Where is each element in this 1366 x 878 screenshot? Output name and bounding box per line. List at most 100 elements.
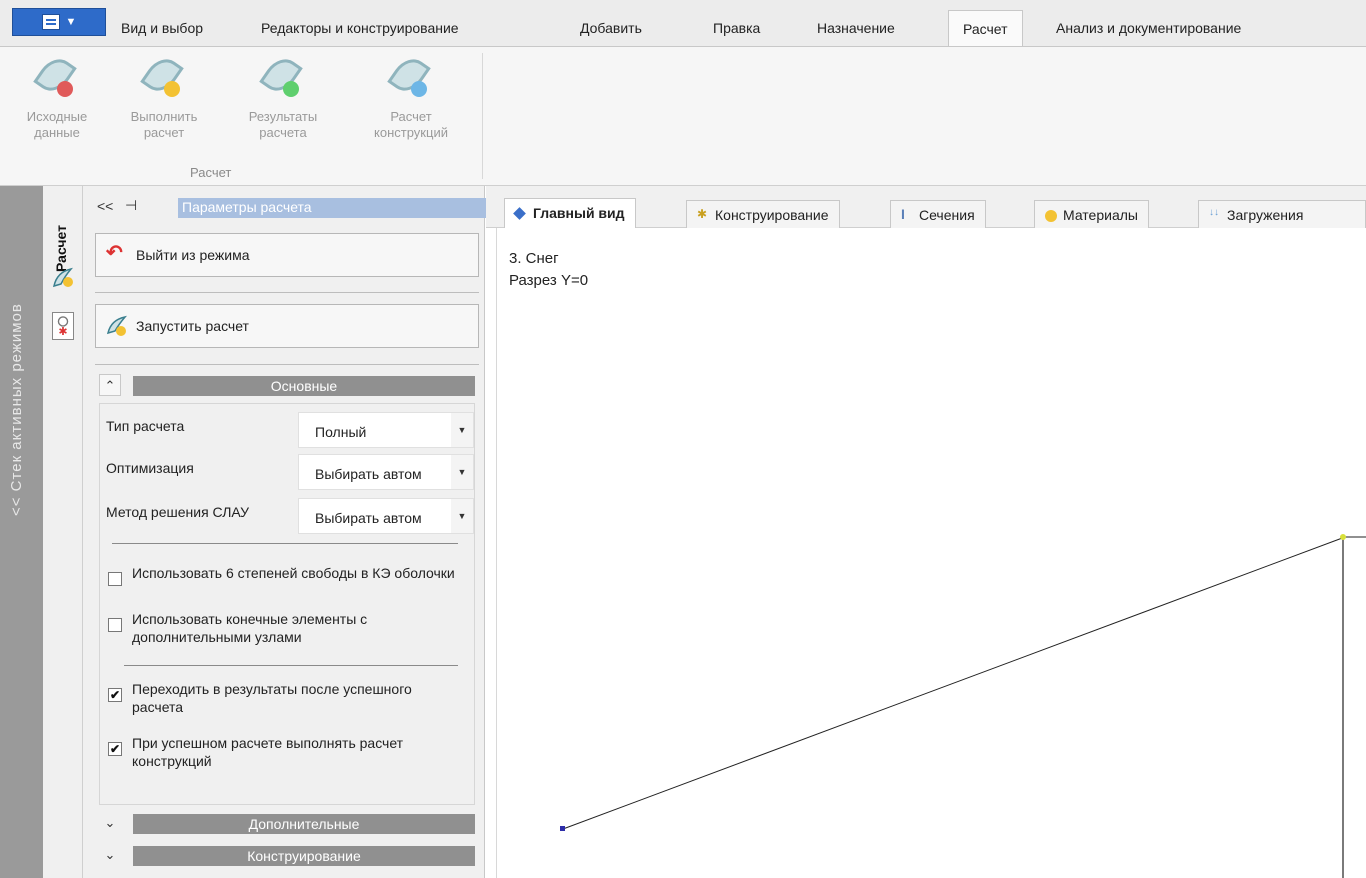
divider [95, 364, 479, 365]
tab-label: Сечения [919, 207, 975, 223]
tab-editors[interactable]: Редакторы и конструирование [261, 20, 459, 36]
results-button[interactable]: Результаты расчета [218, 52, 348, 141]
property-row: Метод решения СЛАУ Выбирать автом ▼ [100, 492, 476, 534]
active-modes-stack[interactable]: << Стек активных режимов [0, 186, 43, 878]
beam-line [562, 536, 1346, 830]
button-label: расчет [143, 125, 185, 140]
feather-yellow-icon [106, 315, 128, 336]
solver-method-select[interactable]: Выбирать автом ▼ [298, 498, 474, 534]
panel-title: Параметры расчета [178, 198, 492, 218]
divider [124, 665, 458, 666]
mode-bar: Расчет ✱ [43, 186, 83, 878]
button-label: Исходные [26, 109, 88, 124]
expand-down-icon[interactable]: ⌄ [99, 812, 121, 834]
checkbox-goto-results[interactable]: ✔ Переходить в результаты после успешног… [108, 680, 488, 720]
tab-analysis[interactable]: Анализ и документирование [1056, 20, 1241, 36]
optimization-label: Оптимизация [106, 460, 194, 476]
dropdown-arrow-icon: ▼ [65, 16, 77, 28]
section-extra-title: Дополнительные [133, 814, 475, 834]
checkbox-6dof[interactable]: Использовать 6 степеней свободы в КЭ обо… [108, 564, 488, 604]
feather-green-icon [259, 52, 305, 101]
exit-mode-label: Выйти из режима [136, 247, 250, 263]
undo-icon: ↶ [106, 242, 123, 264]
section-main-header[interactable]: ⌃ Основные [99, 374, 475, 396]
tab-add[interactable]: Добавить [580, 20, 642, 36]
checkbox-checked[interactable]: ✔ [108, 688, 122, 702]
button-label: расчета [259, 125, 307, 140]
input-data-button[interactable]: Исходные данные [2, 52, 112, 141]
checkbox-label: Использовать 6 степеней свободы в КЭ обо… [132, 565, 455, 581]
tab-design[interactable]: ✱ Конструирование [686, 200, 840, 228]
node-start [560, 826, 565, 831]
exit-mode-button[interactable]: ↶ Выйти из режима [95, 233, 479, 277]
checkbox-label: Использовать конечные элементы с дополни… [132, 611, 368, 645]
tab-loads[interactable]: ↓↓ Загружения [1198, 200, 1366, 228]
model-drawing [560, 534, 1366, 878]
mode-calculation-tab[interactable]: Расчет [53, 225, 69, 272]
start-calculation-button[interactable]: Запустить расчет [95, 304, 479, 348]
svg-text:✱: ✱ [58, 325, 67, 338]
button-label: Результаты [248, 109, 318, 124]
checkbox[interactable] [108, 572, 122, 586]
section-design-header[interactable]: ⌄ Конструирование [99, 844, 475, 866]
active-modes-label: << Стек активных режимов [8, 303, 25, 516]
checkbox-extra-nodes[interactable]: Использовать конечные элементы с дополни… [108, 610, 488, 650]
group-divider [482, 53, 483, 179]
analysis-mode-icon[interactable]: ✱ [52, 312, 74, 340]
design-icon: ✱ [697, 207, 708, 221]
tab-assign[interactable]: Назначение [817, 20, 895, 36]
dropdown-arrow-icon[interactable]: ▼ [451, 455, 473, 489]
application-menu-button[interactable]: ▼ [12, 8, 106, 36]
section-main-title: Основные [133, 376, 475, 396]
feather-mode-icon[interactable] [51, 266, 75, 290]
start-calculation-label: Запустить расчет [136, 318, 249, 334]
tab-edit[interactable]: Правка [713, 20, 760, 36]
button-label: Расчет [390, 109, 432, 124]
ribbon-panel: Исходные данные Выполнить расчет Результ… [0, 46, 1366, 186]
collapse-panel-button[interactable]: << [97, 198, 113, 214]
calc-type-value: Полный [315, 424, 367, 440]
tab-sections[interactable]: I Сечения [890, 200, 986, 228]
run-calculation-button[interactable]: Выполнить расчет [104, 52, 224, 141]
tab-view-select[interactable]: Вид и выбор [121, 20, 203, 36]
ribbon-group-label: Расчет [190, 165, 232, 180]
divider [112, 543, 458, 544]
loads-icon: ↓↓ [1209, 207, 1219, 218]
tab-label: Загружения [1227, 207, 1304, 223]
design-calculation-button[interactable]: Расчет конструкций [346, 52, 476, 141]
checkbox[interactable] [108, 618, 122, 632]
tab-materials[interactable]: Материалы [1034, 200, 1149, 228]
button-label: конструкций [374, 125, 448, 140]
materials-icon [1045, 210, 1057, 222]
model-viewport[interactable]: 3. Снег Разрез Y=0 [496, 228, 1366, 878]
tab-main-view[interactable]: Главный вид [504, 198, 636, 228]
solver-method-value: Выбирать автом [315, 510, 422, 526]
checkbox-checked[interactable]: ✔ [108, 742, 122, 756]
button-label: данные [34, 125, 80, 140]
document-tabs: Главный вид ✱ Конструирование I Сечения … [486, 186, 1366, 228]
tab-label: Конструирование [715, 207, 829, 223]
tab-label: Главный вид [533, 205, 625, 221]
section-extra-header[interactable]: ⌄ Дополнительные [99, 812, 475, 834]
section-design-title: Конструирование [133, 846, 475, 866]
calc-type-label: Тип расчета [106, 418, 185, 434]
pin-icon[interactable]: ⊣ [125, 197, 137, 214]
collapse-up-icon[interactable]: ⌃ [99, 374, 121, 396]
checkbox-run-design[interactable]: ✔ При успешном расчете выполнять расчет … [108, 734, 488, 774]
checkbox-label: При успешном расчете выполнять расчет ко… [132, 735, 404, 769]
calc-type-select[interactable]: Полный ▼ [298, 412, 474, 448]
main-properties: Тип расчета Полный ▼ Оптимизация Выбират… [99, 403, 475, 805]
solver-method-label: Метод решения СЛАУ [106, 504, 249, 520]
optimization-value: Выбирать автом [315, 466, 422, 482]
i-beam-icon: I [901, 206, 905, 222]
feather-red-icon [33, 52, 79, 101]
dropdown-arrow-icon[interactable]: ▼ [451, 413, 473, 447]
dropdown-arrow-icon[interactable]: ▼ [451, 499, 473, 533]
diamond-icon [513, 207, 526, 220]
expand-down-icon[interactable]: ⌄ [99, 844, 121, 866]
property-row: Тип расчета Полный ▼ [100, 406, 476, 448]
checkbox-label: Переходить в результаты после успешного … [132, 681, 412, 715]
optimization-select[interactable]: Выбирать автом ▼ [298, 454, 474, 490]
feather-blue-icon [387, 52, 433, 101]
tab-calculation[interactable]: Расчет [948, 10, 1023, 47]
